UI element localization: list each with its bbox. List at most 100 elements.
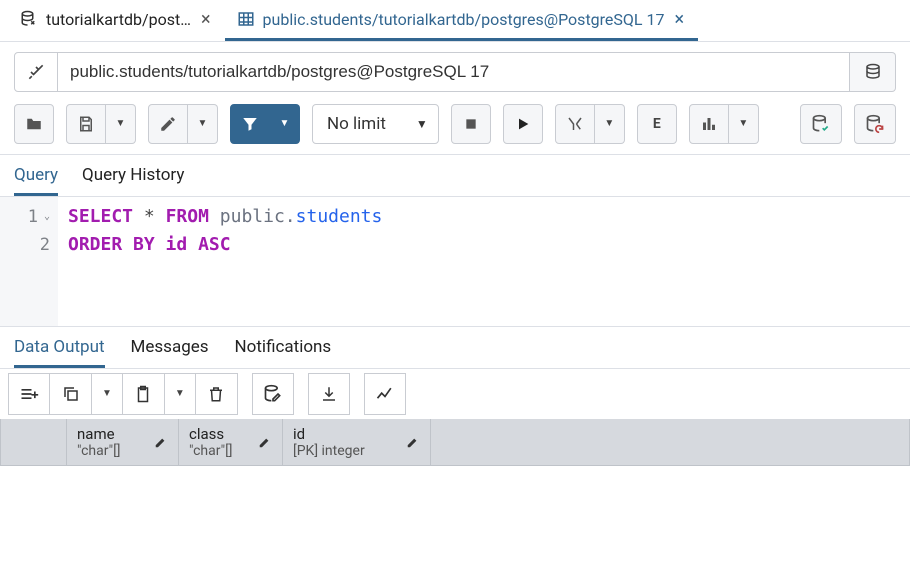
explain-analyze-button[interactable]: E xyxy=(637,104,677,144)
save-icon xyxy=(77,115,95,133)
editor-gutter: 1⌄ 2 xyxy=(0,197,58,326)
filter-menu-button[interactable]: ▼ xyxy=(270,104,300,144)
grid-corner[interactable] xyxy=(1,419,67,465)
column-name: name xyxy=(77,425,121,443)
rollback-button[interactable] xyxy=(854,104,896,144)
column-header-id[interactable]: id [PK] integer xyxy=(283,419,431,465)
filter-icon xyxy=(241,115,259,133)
tab-notifications[interactable]: Notifications xyxy=(235,337,332,368)
sql-table: students xyxy=(296,206,383,227)
chevron-down-icon: ▼ xyxy=(604,119,614,129)
download-button[interactable] xyxy=(308,373,350,415)
column-type: "char"[] xyxy=(77,443,121,459)
chevron-down-icon: ▼ xyxy=(175,389,185,399)
tab-data-output[interactable]: Data Output xyxy=(14,337,105,368)
save-menu-button[interactable]: ▼ xyxy=(106,104,136,144)
database-commit-icon xyxy=(811,114,831,134)
query-subtabs: Query Query History xyxy=(0,155,910,196)
chevron-down-icon: ▼ xyxy=(416,117,428,131)
tab-query-history[interactable]: Query History xyxy=(82,165,184,196)
save-data-button[interactable] xyxy=(252,373,294,415)
result-toolbar: ▼ ▼ xyxy=(0,368,910,419)
chevron-down-icon: ▼ xyxy=(738,119,748,129)
download-icon xyxy=(320,385,338,403)
paste-button[interactable] xyxy=(123,373,165,415)
change-connection-button[interactable] xyxy=(850,52,896,92)
stop-button[interactable] xyxy=(451,104,491,144)
sql-column: id xyxy=(166,234,188,255)
filter-button[interactable] xyxy=(230,104,270,144)
query-tool-icon xyxy=(20,10,38,28)
pencil-icon[interactable] xyxy=(406,435,420,449)
window-tabs: tutorialkartdb/post… × public.students/t… xyxy=(0,0,910,42)
tab-2[interactable]: public.students/tutorialkartdb/postgres@… xyxy=(225,0,699,41)
delete-row-button[interactable] xyxy=(196,373,238,415)
sql-editor: 1⌄ 2 SELECT * FROM public.students ORDER… xyxy=(0,196,910,326)
execute-button[interactable] xyxy=(503,104,543,144)
close-icon[interactable]: × xyxy=(199,9,213,30)
tab-1[interactable]: tutorialkartdb/post… × xyxy=(8,0,225,41)
chevron-down-icon: ▼ xyxy=(116,119,126,129)
sql-star: * xyxy=(144,206,166,227)
letter-e-icon: E xyxy=(653,116,661,132)
add-row-button[interactable] xyxy=(8,373,50,415)
macros-button[interactable] xyxy=(689,104,729,144)
connection-path-input[interactable] xyxy=(58,52,850,92)
chevron-down-icon: ▼ xyxy=(280,119,290,129)
pencil-icon[interactable] xyxy=(258,435,272,449)
line-number: 1 xyxy=(28,203,38,231)
column-type: [PK] integer xyxy=(293,443,365,459)
pencil-icon xyxy=(159,115,177,133)
column-header-class[interactable]: class "char"[] xyxy=(179,419,283,465)
chevron-down-icon: ▼ xyxy=(102,389,112,399)
column-name: id xyxy=(293,425,365,443)
database-edit-icon xyxy=(263,384,283,404)
edit-menu-button[interactable]: ▼ xyxy=(188,104,218,144)
fold-icon[interactable]: ⌄ xyxy=(44,212,50,222)
explain-menu-button[interactable]: ▼ xyxy=(595,104,625,144)
database-rollback-icon xyxy=(865,114,885,134)
column-type: "char"[] xyxy=(189,443,233,459)
sql-dot: . xyxy=(285,206,296,227)
sql-keyword: SELECT xyxy=(68,206,133,227)
database-icon xyxy=(864,63,882,81)
column-header-name[interactable]: name "char"[] xyxy=(67,419,179,465)
commit-button[interactable] xyxy=(800,104,842,144)
table-icon xyxy=(237,10,255,28)
graph-visualizer-button[interactable] xyxy=(364,373,406,415)
stop-icon xyxy=(463,116,479,132)
bar-chart-icon xyxy=(700,115,718,133)
copy-icon xyxy=(62,385,80,403)
clipboard-icon xyxy=(134,385,152,403)
tab-2-label: public.students/tutorialkartdb/postgres@… xyxy=(263,10,665,29)
close-icon[interactable]: × xyxy=(673,9,687,30)
connection-bar xyxy=(0,42,910,98)
copy-menu-button[interactable]: ▼ xyxy=(92,373,123,415)
edit-button[interactable] xyxy=(148,104,188,144)
open-file-button[interactable] xyxy=(14,104,54,144)
macros-menu-button[interactable]: ▼ xyxy=(729,104,759,144)
sql-keyword: FROM xyxy=(166,206,209,227)
editor-content[interactable]: SELECT * FROM public.students ORDER BY i… xyxy=(58,197,910,326)
column-name: class xyxy=(189,425,233,443)
line-chart-icon xyxy=(375,384,395,404)
chevron-down-icon: ▼ xyxy=(198,119,208,129)
trash-icon xyxy=(207,385,225,403)
tab-1-label: tutorialkartdb/post… xyxy=(46,10,191,29)
tab-messages[interactable]: Messages xyxy=(131,337,209,368)
sql-schema: public xyxy=(220,206,285,227)
result-subtabs: Data Output Messages Notifications xyxy=(0,326,910,368)
explain-icon xyxy=(566,115,584,133)
limit-select[interactable]: No limit ▼ xyxy=(312,104,439,144)
data-grid-header: name "char"[] class "char"[] id [PK] int… xyxy=(0,419,910,466)
paste-menu-button[interactable]: ▼ xyxy=(165,373,196,415)
connection-status-button[interactable] xyxy=(14,52,58,92)
explain-button[interactable] xyxy=(555,104,595,144)
save-button[interactable] xyxy=(66,104,106,144)
limit-label: No limit xyxy=(327,114,386,134)
main-toolbar: ▼ ▼ ▼ No limit ▼ xyxy=(0,98,910,155)
copy-button[interactable] xyxy=(50,373,92,415)
connected-icon xyxy=(26,62,46,82)
pencil-icon[interactable] xyxy=(154,435,168,449)
tab-query[interactable]: Query xyxy=(14,165,58,196)
